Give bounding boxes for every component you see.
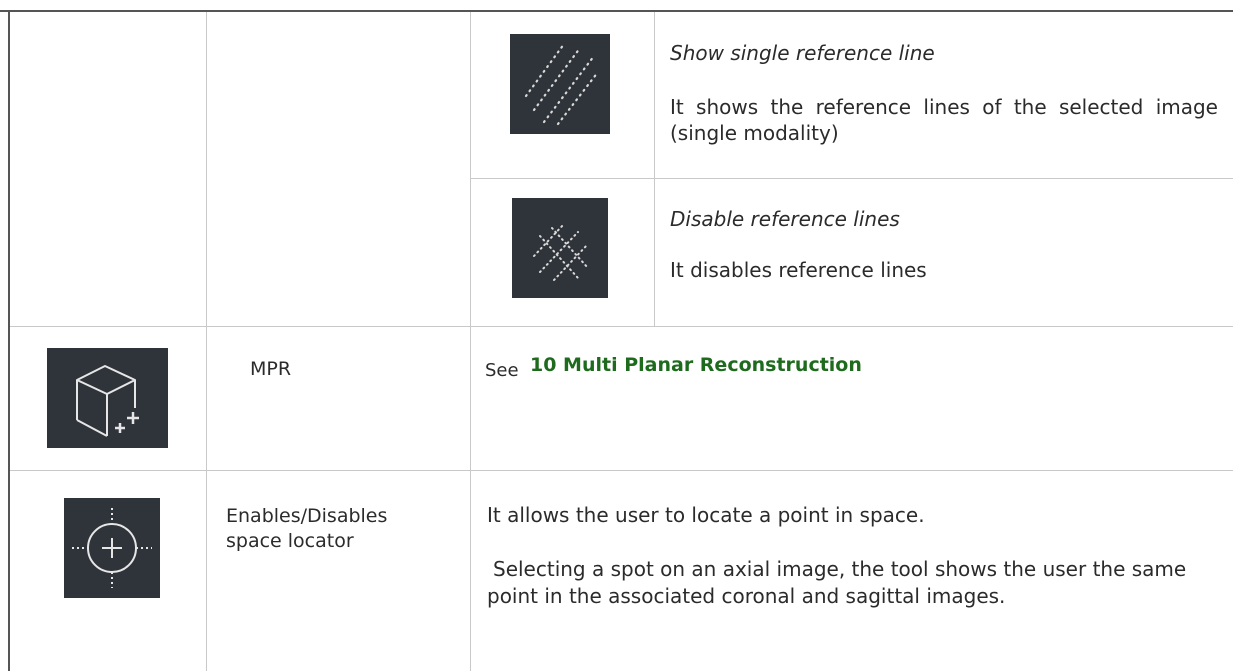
space-locator-name: Enables/Disables space locator [226, 505, 388, 552]
mpr-name: MPR [250, 358, 292, 380]
table-left-border [8, 10, 10, 671]
subrow-divider [471, 178, 1233, 179]
column-divider-2 [470, 12, 471, 671]
space-locator-icon [64, 498, 160, 598]
table-top-border [0, 10, 1233, 12]
single-reference-line-icon [510, 34, 610, 134]
single-reference-line-description: It shows the reference lines of the sele… [670, 95, 1218, 145]
single-reference-line-title: Show single reference line [670, 41, 935, 65]
column-divider-1 [206, 12, 207, 671]
mpr-cube-icon [47, 348, 168, 448]
mpr-see-prefix: See [485, 360, 519, 381]
space-locator-description-2: Selecting a spot on an axial image, the … [487, 557, 1187, 608]
row-divider-2 [10, 470, 1233, 471]
disable-reference-lines-icon [512, 198, 608, 298]
subcolumn-divider [654, 12, 655, 326]
space-locator-description-1: It allows the user to locate a point in … [487, 503, 925, 527]
disable-reference-lines-description: It disables reference lines [670, 258, 927, 282]
row-divider-1 [10, 326, 1233, 327]
mpr-link[interactable]: 10 Multi Planar Reconstruction [530, 352, 862, 378]
disable-reference-lines-title: Disable reference lines [670, 207, 900, 231]
